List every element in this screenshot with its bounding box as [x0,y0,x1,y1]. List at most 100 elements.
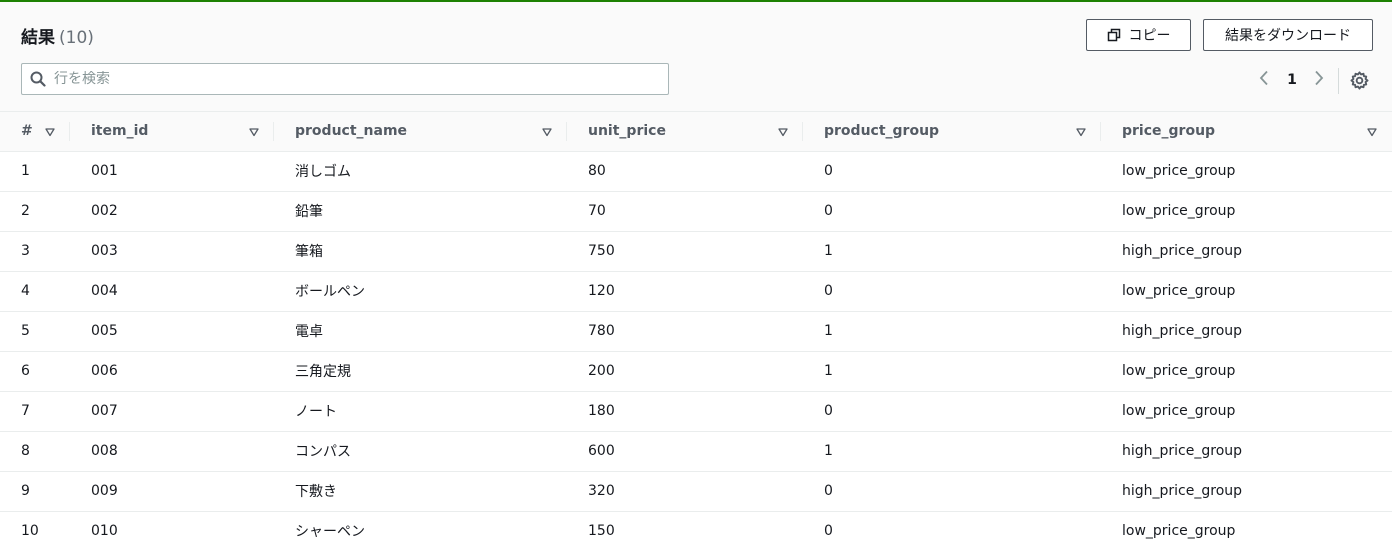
table-cell-product-name: 筆箱 [274,231,567,272]
table-cell-unit-price: 320 [567,471,803,512]
table-cell-item-id: 003 [70,231,274,272]
results-title-label: 結果 [21,28,55,48]
previous-page-button[interactable] [1255,68,1273,92]
table-cell-index: 10 [0,511,70,551]
table-cell-product-name: ノート [274,391,567,432]
column-header-label: price_group [1122,123,1216,140]
sort-triangle-icon[interactable] [249,125,259,137]
sort-triangle-icon[interactable] [1076,125,1086,137]
table-cell-price-group: low_price_group [1101,351,1392,392]
table-cell-product-name: シャーペン [274,511,567,551]
download-results-button[interactable]: 結果をダウンロード [1203,19,1373,51]
column-header-item-id[interactable]: item_id [70,112,274,152]
table-cell-price-group: low_price_group [1101,511,1392,551]
table-cell-price-group: low_price_group [1101,271,1392,312]
table-cell-index: 7 [0,391,70,432]
sort-triangle-icon[interactable] [542,125,552,137]
column-header-price-group[interactable]: price_group [1101,112,1392,152]
results-header: 結果(10) コピー 結果をダウンロード 1 [0,2,1392,112]
table-cell-index: 8 [0,431,70,472]
table-cell-product-name: 消しゴム [274,151,567,192]
table-cell-product-name: ボールペン [274,271,567,312]
table-cell-unit-price: 200 [567,351,803,392]
copy-button[interactable]: コピー [1086,19,1191,51]
table-cell-item-id: 004 [70,271,274,312]
table-cell-product-group: 0 [803,511,1101,551]
table-cell-unit-price: 120 [567,271,803,312]
table-cell-item-id: 010 [70,511,274,551]
table-cell-item-id: 008 [70,431,274,472]
table-cell-index: 5 [0,311,70,352]
table-cell-index: 3 [0,231,70,272]
row-search-field[interactable] [21,63,669,95]
chevron-left-icon [1259,70,1269,90]
gear-icon [1350,71,1369,94]
table-cell-item-id: 007 [70,391,274,432]
chevron-right-icon [1314,70,1324,90]
table-body: 1 001 消しゴム 80 0 low_price_group 2 002 鉛筆 70 0 low_p… [0,151,1392,551]
table-cell-product-group: 1 [803,351,1101,392]
sort-triangle-icon[interactable] [1367,125,1377,137]
table-row: 6 006 三角定規 200 1 low_price_group [0,351,1392,392]
table-row: 9 009 下敷き 320 0 high_price_group [0,471,1392,512]
table-cell-price-group: high_price_group [1101,471,1392,512]
column-header-label: product_name [295,123,408,140]
table-cell-item-id: 006 [70,351,274,392]
download-button-label: 結果をダウンロード [1225,28,1351,44]
table-cell-unit-price: 150 [567,511,803,551]
table-cell-index: 1 [0,151,70,192]
table-cell-product-group: 1 [803,231,1101,272]
preferences-button[interactable] [1350,71,1369,90]
table-cell-item-id: 009 [70,471,274,512]
column-header-unit-price[interactable]: unit_price [567,112,803,152]
table-cell-price-group: low_price_group [1101,191,1392,232]
results-count: (10) [59,28,94,48]
table-row: 4 004 ボールペン 120 0 low_price_group [0,271,1392,312]
table-cell-product-group: 0 [803,191,1101,232]
next-page-button[interactable] [1310,68,1328,92]
table-cell-product-group: 0 [803,151,1101,192]
table-row: 2 002 鉛筆 70 0 low_price_group [0,191,1392,232]
table-cell-index: 4 [0,271,70,312]
pager-divider [1338,68,1339,94]
table-cell-price-group: low_price_group [1101,151,1392,192]
table-cell-product-name: コンパス [274,431,567,472]
table-cell-unit-price: 80 [567,151,803,192]
table-cell-product-group: 1 [803,431,1101,472]
table-row: 1 001 消しゴム 80 0 low_price_group [0,151,1392,192]
table-cell-index: 2 [0,191,70,232]
search-input[interactable] [54,71,654,87]
table-cell-unit-price: 750 [567,231,803,272]
table-cell-unit-price: 180 [567,391,803,432]
table-cell-item-id: 002 [70,191,274,232]
table-row: 5 005 電卓 780 1 high_price_group [0,311,1392,352]
results-title: 結果 (10) [21,23,94,48]
column-header-index[interactable]: # [0,112,70,152]
table-cell-price-group: low_price_group [1101,391,1392,432]
column-header-label: item_id [91,123,149,140]
table-header-row: # item_id product_name unit_price product_gr… [0,112,1392,152]
table-row: 10 010 シャーペン 150 0 low_price_group [0,511,1392,551]
column-header-product-group[interactable]: product_group [803,112,1101,152]
results-table: # item_id product_name unit_price product_gr… [0,112,1392,551]
table-cell-index: 6 [0,351,70,392]
sort-triangle-icon[interactable] [45,125,55,137]
table-cell-unit-price: 780 [567,311,803,352]
column-header-label: product_group [824,123,940,140]
table-cell-price-group: high_price_group [1101,431,1392,472]
table-cell-product-group: 1 [803,311,1101,352]
table-cell-unit-price: 600 [567,431,803,472]
table-cell-index: 9 [0,471,70,512]
table-row: 7 007 ノート 180 0 low_price_group [0,391,1392,432]
table-cell-product-group: 0 [803,391,1101,432]
page-number-current[interactable]: 1 [1282,68,1302,92]
table-cell-item-id: 005 [70,311,274,352]
column-header-label: unit_price [588,123,666,140]
column-header-product-name[interactable]: product_name [274,112,567,152]
table-cell-price-group: high_price_group [1101,311,1392,352]
table-cell-product-name: 三角定規 [274,351,567,392]
table-cell-price-group: high_price_group [1101,231,1392,272]
table-cell-unit-price: 70 [567,191,803,232]
table-cell-product-group: 0 [803,271,1101,312]
sort-triangle-icon[interactable] [778,125,788,137]
